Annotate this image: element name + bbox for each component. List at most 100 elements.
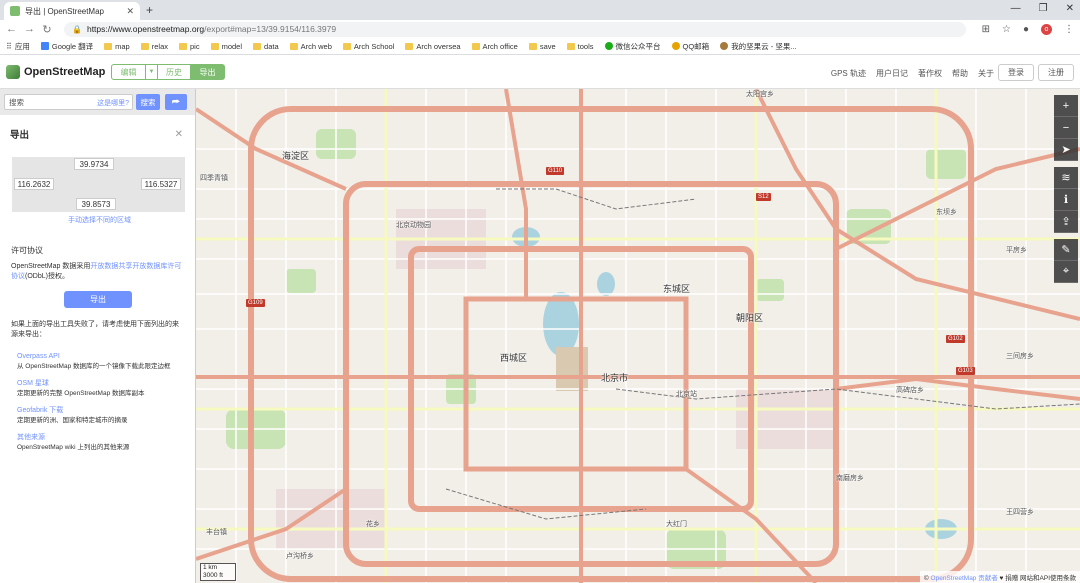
- layer-controls: ≋ ℹ ⇪: [1054, 167, 1078, 233]
- search-row: 这是哪里? 搜索 ⮫: [0, 89, 195, 115]
- info-icon[interactable]: ℹ: [1054, 189, 1078, 211]
- copyright-link[interactable]: 著作权: [918, 68, 942, 79]
- donate-terms-links[interactable]: ♥ 捐赠 网站和API使用条款: [1000, 575, 1076, 582]
- extension-icon[interactable]: o: [1041, 23, 1052, 35]
- bookmark-save[interactable]: save: [528, 42, 556, 51]
- bookmark-map[interactable]: map: [104, 42, 130, 51]
- map-label-lugouqiao: 卢沟桥乡: [286, 553, 314, 560]
- map-canvas[interactable]: 海淀区 四季青镇 朝阳区 东城区 西城区 北京市 太阳宫乡 东坝乡 平房乡 三间…: [196, 89, 1080, 583]
- star-icon[interactable]: ☆: [1002, 24, 1011, 35]
- edit-dropdown-chevron-icon[interactable]: ▼: [146, 64, 158, 80]
- map-label-taiyanggong: 太阳宫乡: [746, 91, 774, 98]
- road-shield: G110: [546, 167, 565, 175]
- back-icon[interactable]: ←: [6, 23, 17, 35]
- folder-icon: [289, 42, 298, 50]
- folder-icon: [566, 42, 575, 50]
- directions-icon[interactable]: ⮫: [165, 94, 187, 110]
- nutstore-icon: [720, 42, 729, 50]
- map-label-dongcheng: 东城区: [663, 284, 691, 294]
- note-controls: ✎ ⌖: [1054, 239, 1078, 283]
- edit-button[interactable]: 编辑: [111, 64, 146, 80]
- bookmark-pic[interactable]: pic: [179, 42, 200, 51]
- folder-icon: [140, 42, 149, 50]
- bookmark-model[interactable]: model: [210, 42, 242, 51]
- edit-history-export-group: 编辑 ▼ 历史 导出: [111, 64, 225, 80]
- gps-traces-link[interactable]: GPS 轨迹: [831, 68, 866, 79]
- license-text: OpenStreetMap 数据采用开放数据共享开放数据库许可协议(ODbL)授…: [11, 263, 182, 280]
- maximize-icon[interactable]: ❐: [1039, 3, 1048, 14]
- reload-icon[interactable]: ↻: [42, 23, 52, 36]
- where-is-this-link[interactable]: 这是哪里?: [97, 98, 129, 108]
- osm-header: OpenStreetMap 编辑 ▼ 历史 导出 GPS 轨迹 用户日记 著作权…: [0, 56, 1080, 89]
- map-label-xicheng: 西城区: [500, 353, 528, 363]
- folder-icon: [528, 42, 537, 50]
- history-button[interactable]: 历史: [158, 64, 191, 80]
- window-close-icon[interactable]: ✕: [1066, 3, 1074, 14]
- bookmark-arch-school[interactable]: Arch School: [342, 42, 394, 51]
- address-bar[interactable]: 🔒 https://www.openstreetmap.org/export#m…: [64, 21, 966, 37]
- bookmark-data[interactable]: data: [253, 42, 279, 51]
- query-features-icon[interactable]: ⌖: [1054, 261, 1078, 283]
- osm-contributors-link[interactable]: OpenStreetMap 贡献者: [931, 575, 998, 582]
- register-button[interactable]: 注册: [1038, 64, 1074, 81]
- zoom-in-icon[interactable]: +: [1054, 95, 1078, 117]
- export-tab-button[interactable]: 导出: [191, 64, 225, 80]
- profile-icon[interactable]: ●: [1023, 24, 1029, 35]
- bookmark-google-translate[interactable]: Google 翻译: [40, 41, 93, 52]
- minimize-icon[interactable]: —: [1011, 3, 1021, 14]
- manual-select-link[interactable]: 手动选择不同的区域: [68, 215, 195, 225]
- help-link[interactable]: 帮助: [952, 68, 968, 79]
- folder-icon: [253, 42, 262, 50]
- license-heading: 许可协议: [11, 246, 43, 255]
- layers-icon[interactable]: ≋: [1054, 167, 1078, 189]
- folder-icon: [210, 42, 219, 50]
- google-translate-icon: [40, 42, 49, 50]
- west-coord-input[interactable]: 116.2632: [14, 178, 54, 190]
- user-diaries-link[interactable]: 用户日记: [876, 68, 908, 79]
- menu-kebab-icon[interactable]: ⋮: [1064, 24, 1074, 35]
- geofabrik-link[interactable]: Geofabrik 下载: [17, 406, 185, 416]
- bounding-box-form: 39.9734 116.2632 116.5327 39.8573: [12, 157, 185, 212]
- map-label-beijing-zoo: 北京动物园: [396, 222, 431, 229]
- planet-osm-link[interactable]: OSM 星球: [17, 379, 185, 389]
- locate-icon[interactable]: ➤: [1054, 139, 1078, 161]
- zoom-out-icon[interactable]: −: [1054, 117, 1078, 139]
- map-attribution: © OpenStreetMap 贡献者 ♥ 捐赠 网站和API使用条款: [919, 571, 1080, 583]
- bookmark-nutstore[interactable]: 我的坚果云 - 坚果...: [720, 41, 797, 52]
- south-coord-input[interactable]: 39.8573: [76, 198, 116, 210]
- translate-icon[interactable]: ⊞: [982, 24, 990, 35]
- bookmark-relax[interactable]: relax: [140, 42, 168, 51]
- search-go-button[interactable]: 搜索: [136, 94, 160, 110]
- map-label-chaoyang: 朝阳区: [736, 313, 764, 323]
- tab-close-icon[interactable]: ✕: [126, 6, 134, 17]
- bookmark-wechat[interactable]: 微信公众平台: [604, 41, 661, 52]
- north-coord-input[interactable]: 39.9734: [74, 158, 114, 170]
- map-label-dahongmen: 大红门: [666, 521, 687, 528]
- browser-tab[interactable]: 导出 | OpenStreetMap ✕: [4, 2, 140, 20]
- source-desc: 定期更新的洲、国家和特定城市的摘录: [17, 417, 128, 424]
- osm-logo[interactable]: OpenStreetMap: [6, 65, 105, 79]
- add-note-icon[interactable]: ✎: [1054, 239, 1078, 261]
- login-button[interactable]: 登录: [998, 64, 1034, 81]
- browser-toolbar: ← → ↻ 🔒 https://www.openstreetmap.org/ex…: [0, 20, 1080, 38]
- list-item: OSM 星球 定期更新的完整 OpenStreetMap 数据库副本: [17, 379, 185, 399]
- bookmark-arch-web[interactable]: Arch web: [289, 42, 332, 51]
- bookmark-qqmail[interactable]: QQ邮箱: [671, 41, 709, 52]
- bookmark-arch-oversea[interactable]: Arch oversea: [405, 42, 461, 51]
- forward-icon[interactable]: →: [24, 23, 35, 35]
- auth-buttons: 登录 注册: [998, 64, 1074, 81]
- east-coord-input[interactable]: 116.5327: [141, 178, 181, 190]
- folder-icon: [405, 42, 414, 50]
- panel-close-icon[interactable]: ✕: [175, 129, 183, 140]
- other-sources-link[interactable]: 其他来源: [17, 433, 185, 443]
- bookmark-arch-office[interactable]: Arch office: [471, 42, 518, 51]
- bookmark-tools[interactable]: tools: [566, 42, 594, 51]
- new-tab-icon[interactable]: +: [146, 3, 153, 17]
- share-icon[interactable]: ⇪: [1054, 211, 1078, 233]
- source-desc: OpenStreetMap wiki 上列出的其他来源: [17, 444, 130, 451]
- overpass-api-link[interactable]: Overpass API: [17, 352, 185, 362]
- about-link[interactable]: 关于: [978, 68, 994, 79]
- export-button[interactable]: 导出: [64, 291, 132, 308]
- scale-ft: 3000 ft: [200, 572, 236, 581]
- bookmark-apps[interactable]: ⠿ 应用: [6, 41, 30, 52]
